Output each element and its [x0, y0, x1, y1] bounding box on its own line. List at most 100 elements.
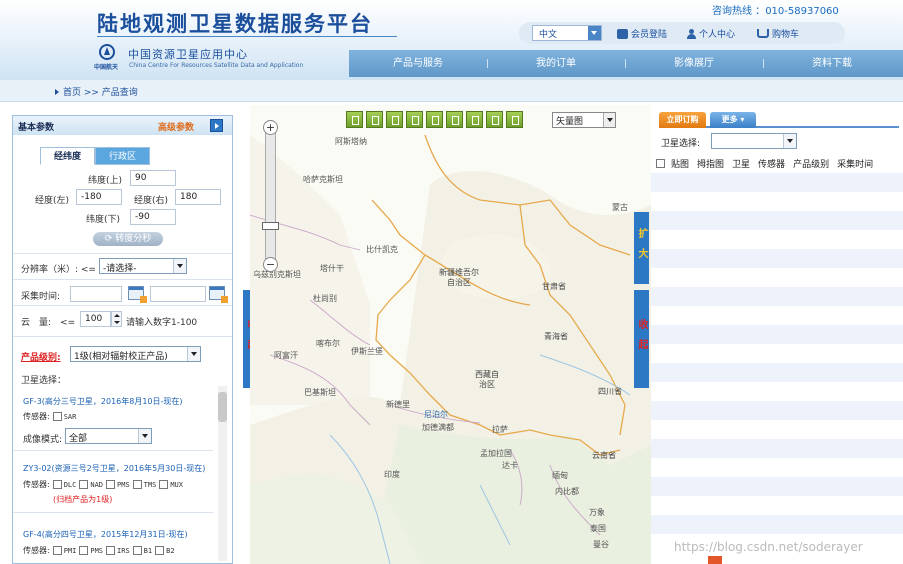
full-extent-icon[interactable]: [366, 111, 383, 128]
zoom-in-button[interactable]: +: [263, 120, 278, 135]
table-row: [651, 230, 903, 249]
panel-title: 基本参数: [18, 123, 55, 133]
globe-icon[interactable]: [446, 111, 463, 128]
resolution-select[interactable]: -请选择-: [99, 258, 187, 274]
tab-admin-region[interactable]: 行政区: [95, 147, 150, 165]
cast-logo-icon: [99, 44, 115, 60]
lat-bottom-label: 纬度(下): [86, 215, 121, 225]
satellite-title[interactable]: GF-3(高分三号卫星，2016年8月10日-现在): [23, 396, 183, 407]
checkbox[interactable]: [79, 546, 89, 555]
checkbox[interactable]: [155, 546, 165, 555]
advanced-expand-button[interactable]: [210, 119, 223, 132]
sensor-row: 传感器: PMI PMS IRS B1 B2: [23, 545, 175, 556]
map-place-label: 尼泊尔: [424, 410, 448, 419]
cloud-hint: 请输入数字1-100: [126, 318, 198, 328]
order-now-tab[interactable]: 立即订购: [659, 112, 706, 128]
language-value: 中文: [539, 30, 558, 40]
zoom-slider-track[interactable]: [265, 120, 276, 270]
nav-gallery[interactable]: 影像展厅: [625, 50, 763, 77]
satellite-filter-select[interactable]: [711, 133, 797, 149]
org-name-en: China Centre For Resources Satellite Dat…: [129, 62, 304, 69]
language-select[interactable]: 中文: [532, 25, 602, 41]
right-collapse-tab[interactable]: 收起: [634, 290, 649, 388]
login-link[interactable]: 会员登陆: [617, 27, 667, 40]
checkbox[interactable]: [52, 412, 62, 421]
measure-icon[interactable]: [486, 111, 503, 128]
checkbox[interactable]: [52, 480, 62, 489]
cloud-input[interactable]: 100: [80, 311, 111, 327]
cloud-stepper[interactable]: [111, 311, 122, 327]
more-tab[interactable]: 更多 ▾: [710, 112, 756, 128]
lat-bottom-input[interactable]: -90: [130, 209, 176, 225]
checkbox[interactable]: [79, 480, 89, 489]
lon-left-label: 经度(左): [35, 196, 70, 206]
chevron-down-icon: [603, 113, 615, 127]
column-header: 产品级别: [793, 159, 830, 170]
calendar-icon[interactable]: [128, 286, 147, 303]
nav-orders[interactable]: 我的订单: [487, 50, 625, 77]
user-center-link[interactable]: 个人中心: [686, 27, 735, 40]
map-layer-select[interactable]: 矢量图: [552, 112, 616, 128]
divider: [13, 305, 232, 306]
right-expand-tab[interactable]: 扩大: [634, 212, 649, 284]
breadcrumb-text[interactable]: 首页 >> 产品查询: [55, 85, 138, 98]
checkbox[interactable]: [106, 480, 116, 489]
table-row: [651, 363, 903, 382]
resolution-value: -请选择-: [103, 264, 137, 274]
table-row: [651, 325, 903, 344]
convert-dms-button[interactable]: ⟳ 转度分秒: [93, 232, 163, 246]
column-header: 贴图: [671, 159, 690, 170]
lat-top-input[interactable]: 90: [130, 170, 176, 186]
checkbox[interactable]: [132, 480, 142, 489]
select-region-icon[interactable]: [426, 111, 443, 128]
map-place-label: 喀布尔: [316, 339, 340, 348]
select-all-checkbox[interactable]: [656, 158, 665, 168]
lon-left-input[interactable]: -180: [76, 189, 122, 205]
clear-icon[interactable]: [506, 111, 523, 128]
checkbox[interactable]: [159, 480, 169, 489]
pan-tool-icon[interactable]: [346, 111, 363, 128]
tab-latlon[interactable]: 经纬度: [40, 147, 95, 165]
info-icon[interactable]: [406, 111, 423, 128]
satellite-select-label: 卫星选择：: [21, 376, 67, 386]
table-row: [651, 192, 903, 211]
advanced-params-link[interactable]: 高级参数: [158, 120, 194, 133]
checkbox[interactable]: [52, 546, 62, 555]
nav-products[interactable]: 产品与服务: [349, 50, 487, 77]
locate-icon[interactable]: [466, 111, 483, 128]
calendar-icon[interactable]: [209, 286, 228, 303]
time-start-input[interactable]: [70, 286, 122, 302]
map-province-label: 云南省: [592, 451, 616, 460]
divider: [13, 279, 232, 280]
table-row: [651, 173, 903, 192]
column-header: 传感器: [758, 159, 786, 170]
zoom-out-button[interactable]: −: [263, 257, 278, 272]
table-row: [651, 401, 903, 420]
table-row: [651, 515, 903, 534]
convert-label: 转度分秒: [115, 234, 152, 244]
time-end-input[interactable]: [150, 286, 206, 302]
results-panel: 立即订购 更多 ▾ 卫星选择: 贴图 拇指图 卫星 传感器 产品级别 采集时间: [651, 105, 903, 564]
map-place-label: 阿斯塔纳: [335, 137, 367, 146]
satellite-title[interactable]: GF-4(高分四号卫星，2015年12月31日-现在): [23, 529, 188, 540]
imaging-mode-select[interactable]: 全部: [65, 428, 152, 444]
archive-note: (归档产品为1级): [53, 495, 113, 504]
draw-rectangle-icon[interactable]: [386, 111, 403, 128]
sensor-label: 传感器:: [23, 480, 50, 489]
lon-right-input[interactable]: 180: [175, 189, 221, 205]
zoom-slider-handle[interactable]: [262, 222, 279, 230]
nav-downloads[interactable]: 资料下载: [763, 50, 901, 77]
resolution-label: 分辨率（米）: <=: [21, 265, 96, 275]
checkbox[interactable]: [106, 546, 116, 555]
product-level-select[interactable]: 1级(相对辐射校正产品): [70, 346, 201, 362]
sensor-name: PMS: [90, 547, 104, 555]
map-place-label: 杜尚别: [313, 294, 337, 303]
scrollbar-thumb[interactable]: [218, 392, 227, 422]
checkbox[interactable]: [132, 546, 142, 555]
satellite-title[interactable]: ZY3-02(资源三号2号卫星，2016年5月30日-现在): [23, 463, 205, 474]
map-canvas[interactable]: 阿斯塔纳 哈萨克斯坦 比什凯克 塔什干 乌兹别克斯坦 杜尚别 新疆维吾尔自治区 …: [250, 105, 651, 564]
table-row: [651, 382, 903, 401]
table-row: [651, 287, 903, 306]
cart-link[interactable]: 购物车: [757, 27, 799, 40]
imaging-mode-label: 成像模式:: [23, 435, 63, 445]
